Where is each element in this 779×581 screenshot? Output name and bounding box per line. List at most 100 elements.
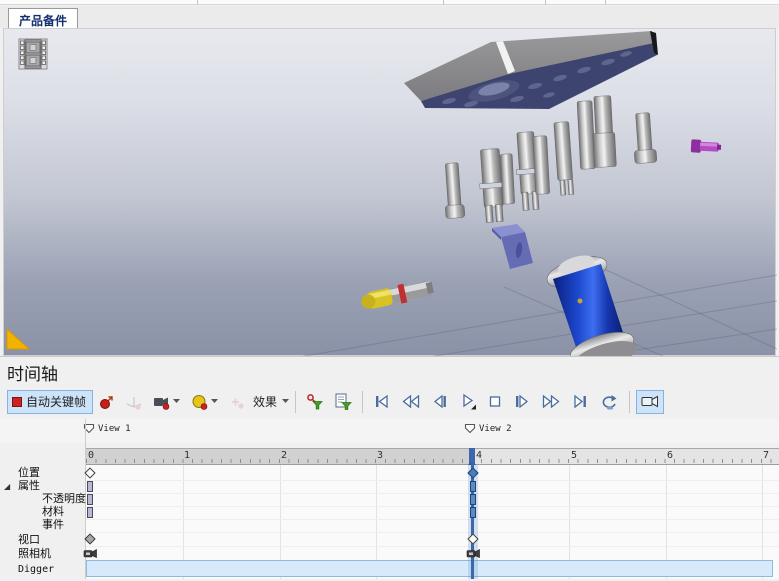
ruler-number: 0 xyxy=(88,450,94,461)
transform-axes-icon xyxy=(125,394,143,410)
toolbar-separator xyxy=(545,0,546,5)
track-label-position[interactable]: 位置 xyxy=(18,467,40,480)
keyframe-camera-t4[interactable] xyxy=(466,548,481,559)
fast-forward-icon xyxy=(541,394,561,409)
step-back-button[interactable] xyxy=(427,390,453,414)
toolbar-separator xyxy=(605,0,606,5)
document-tab-bar: 产品备件 xyxy=(0,6,779,28)
filter-key-icon xyxy=(306,393,324,410)
toolbar-separator xyxy=(443,0,444,5)
play-icon xyxy=(459,393,477,410)
keyframe-material-t0[interactable] xyxy=(87,507,93,518)
effect-keyframe-icon xyxy=(229,394,245,410)
filter-list-button[interactable] xyxy=(330,390,356,414)
ruler-number: 2 xyxy=(281,450,287,461)
application-window: 产品备件 xyxy=(0,0,779,581)
track-label-events[interactable]: 事件 xyxy=(42,519,64,532)
toolbar-separator xyxy=(197,0,198,5)
row-separator xyxy=(85,493,779,494)
chevron-down-icon xyxy=(211,399,219,404)
track-label-opacity[interactable]: 不透明度 xyxy=(42,493,86,506)
filmstrip-icon[interactable] xyxy=(18,38,48,70)
ground-grid xyxy=(264,269,777,357)
ruler-number: 3 xyxy=(377,450,383,461)
step-forward-icon xyxy=(513,394,531,409)
track-label-digger[interactable]: Digger xyxy=(18,563,54,576)
effects-label[interactable]: 效果 xyxy=(253,393,277,410)
timeline-panel: 时间轴 自动关键帧 xyxy=(0,356,779,581)
timeline-ruler[interactable]: 0 1 2 3 4 5 6 7 xyxy=(85,448,779,465)
camera-keyframe-button[interactable] xyxy=(149,390,185,414)
digger-track-bar[interactable] xyxy=(86,560,773,577)
chevron-down-icon xyxy=(173,399,181,404)
loop-playback-button[interactable] xyxy=(595,390,623,414)
track-label-material[interactable]: 材料 xyxy=(42,506,64,519)
ruler-number: 5 xyxy=(571,450,577,461)
keyframe-properties-t0[interactable] xyxy=(87,481,93,492)
chevron-down-icon[interactable] xyxy=(282,399,290,404)
row-separator xyxy=(85,480,779,481)
set-keyframe-button[interactable] xyxy=(95,390,119,414)
opacity-keyframe-button[interactable] xyxy=(187,390,223,414)
row-separator xyxy=(85,532,779,533)
rewind-button[interactable] xyxy=(397,390,425,414)
ruler-number: 4 xyxy=(476,450,482,461)
view-marker-1[interactable]: View 1 xyxy=(83,423,131,434)
track-label-camera[interactable]: 照相机 xyxy=(18,548,51,561)
play-button[interactable] xyxy=(455,390,481,414)
top-toolbar-edge xyxy=(0,0,779,5)
auto-keyframe-label: 自动关键帧 xyxy=(26,393,86,410)
auto-keyframe-button[interactable]: 自动关键帧 xyxy=(7,390,93,414)
keyframe-properties-t4[interactable] xyxy=(470,481,476,492)
view-marker-flag-icon xyxy=(464,423,476,434)
loop-playback-icon xyxy=(599,394,619,410)
row-separator xyxy=(85,506,779,507)
track-label-viewport[interactable]: 视口 xyxy=(18,534,40,547)
toolbar-separator xyxy=(295,391,296,413)
transform-keyframe-button[interactable] xyxy=(121,390,147,414)
track-label-properties[interactable]: 属性 xyxy=(18,480,40,493)
keyframe-material-t4[interactable] xyxy=(470,507,476,518)
view-marker-label: View 2 xyxy=(479,424,512,434)
part-purple-bracket[interactable] xyxy=(492,224,533,269)
part-purple-screw[interactable] xyxy=(691,139,722,154)
filter-document-icon xyxy=(334,393,352,410)
keyframe-opacity-t4[interactable] xyxy=(470,494,476,505)
effect-keyframe-button[interactable] xyxy=(225,390,249,414)
view-marker-label: View 1 xyxy=(98,424,131,434)
view-marker-2[interactable]: View 2 xyxy=(464,423,512,434)
3d-scene[interactable] xyxy=(4,29,777,357)
keyframe-camera-t0[interactable] xyxy=(83,548,98,559)
toolbar-separator xyxy=(362,391,363,413)
stop-button[interactable] xyxy=(483,390,507,414)
filter-keyframe-button[interactable] xyxy=(302,390,328,414)
record-square-icon xyxy=(11,396,23,408)
expand-collapse-icon[interactable]: ◢ xyxy=(4,480,10,493)
ruler-number: 1 xyxy=(184,450,190,461)
fast-forward-button[interactable] xyxy=(537,390,565,414)
step-back-icon xyxy=(431,394,449,409)
timeline-panel-title: 时间轴 xyxy=(7,360,58,385)
keyframe-opacity-t0[interactable] xyxy=(87,494,93,505)
tab-product-spares[interactable]: 产品备件 xyxy=(8,8,78,29)
camera-mode-icon xyxy=(640,393,660,410)
go-to-start-icon xyxy=(373,394,391,409)
ruler-number: 7 xyxy=(763,450,769,461)
view-compass-triangle[interactable] xyxy=(7,329,29,349)
timeline-toolbar: 自动关键帧 xyxy=(6,388,665,415)
part-pin-set[interactable] xyxy=(442,95,657,222)
go-to-end-button[interactable] xyxy=(567,390,593,414)
ruler-number: 6 xyxy=(667,450,673,461)
toolbar-separator xyxy=(629,391,630,413)
part-yellow-shaft[interactable] xyxy=(359,278,434,312)
rewind-icon xyxy=(401,394,421,409)
row-separator xyxy=(85,546,779,547)
step-forward-button[interactable] xyxy=(509,390,535,414)
go-to-start-button[interactable] xyxy=(369,390,395,414)
view-marker-row: View 1 View 2 xyxy=(0,419,779,443)
keyframe-dot-icon xyxy=(99,394,115,410)
camera-mode-button[interactable] xyxy=(636,390,664,414)
part-blue-bushing[interactable] xyxy=(544,251,641,357)
part-top-plate[interactable] xyxy=(404,31,658,109)
3d-viewport[interactable] xyxy=(3,28,776,356)
